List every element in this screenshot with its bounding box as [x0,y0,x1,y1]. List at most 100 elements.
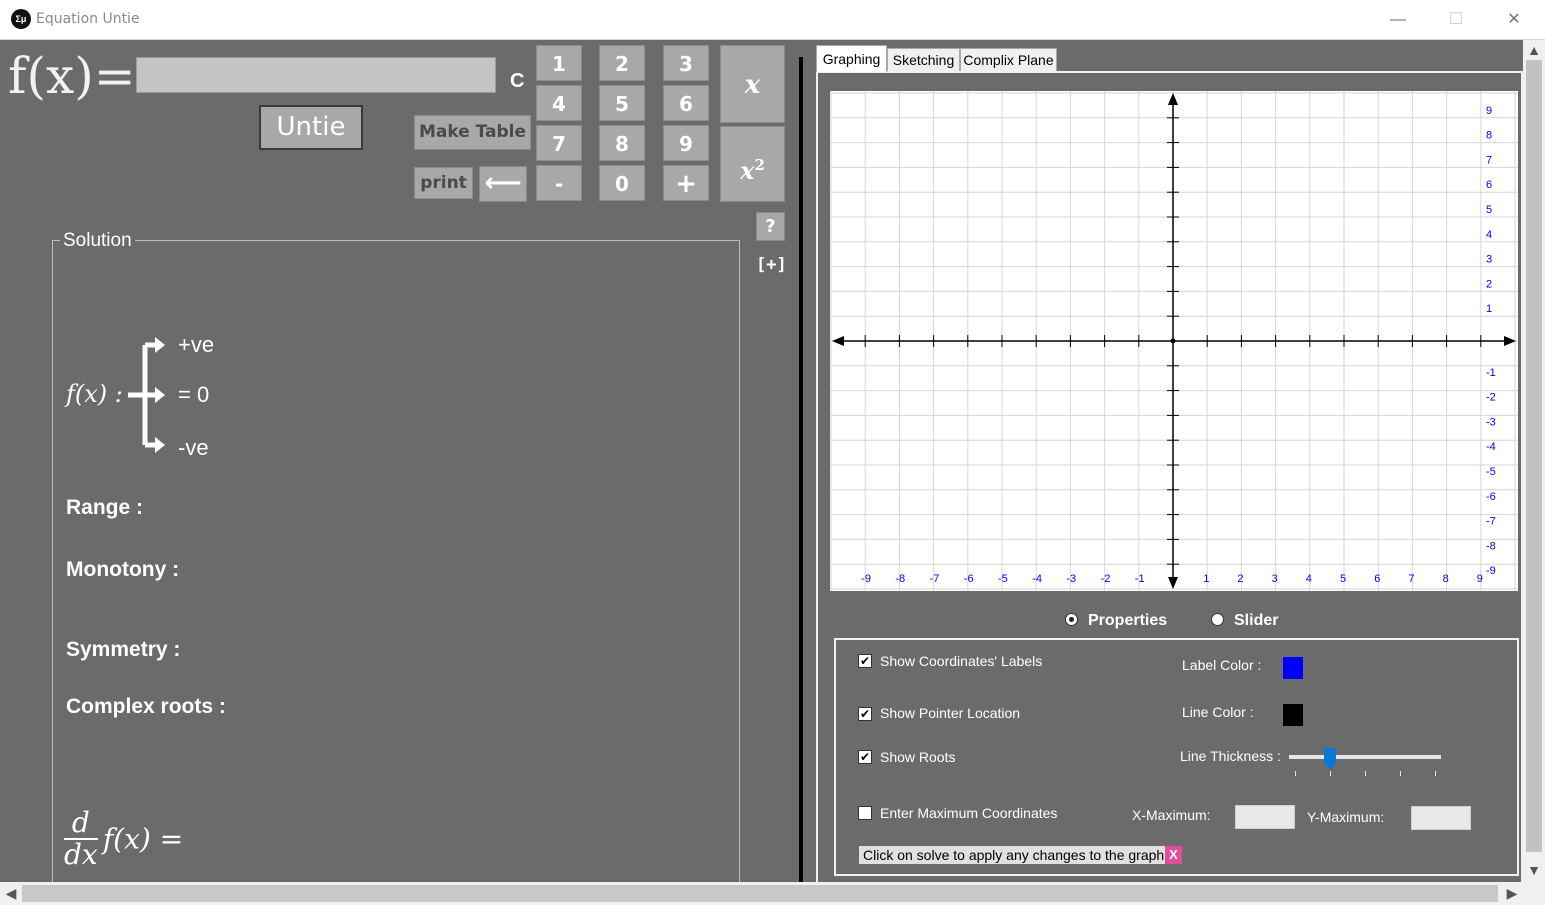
x-squared-base: x [740,156,755,185]
sign-zero: = 0 [178,382,210,407]
show-coords-labels-label: Show Coordinates' Labels [880,653,1043,669]
sign-positive: +ve [178,332,215,357]
properties-radio-label: Properties [1088,612,1168,629]
y-tick-label: -4 [1486,441,1496,453]
show-pointer-label: Show Pointer Location [880,705,1021,721]
y-tick-label: 1 [1486,303,1492,315]
properties-radio[interactable] [1065,613,1078,626]
y-maximum-input[interactable] [1411,806,1471,830]
x-tick-label: -5 [998,573,1008,585]
x-tick-label: 4 [1306,573,1312,585]
key-4[interactable]: 4 [536,85,582,121]
y-tick-label: 5 [1486,204,1492,216]
print-button[interactable]: print [414,167,473,199]
scroll-left-icon[interactable]: ◀ [2,885,20,902]
line-thickness-slider[interactable] [1286,745,1446,781]
x-tick-label: 5 [1340,573,1346,585]
expand-toggle[interactable]: [+] [756,255,787,275]
line-thickness-label: Line Thickness : [1180,748,1281,764]
key-6[interactable]: 6 [663,85,709,121]
derivative-function: f(x) = [102,822,184,856]
graph-canvas[interactable]: -9 -8 -7 -6 -5 -4 -3 -2 -1 1 2 3 4 5 6 7 8 9 9 8 7 6 5 4 3 2 1 -1 -2… [830,91,1518,591]
horizontal-scroll-thumb[interactable] [22,885,1498,902]
close-button[interactable]: ✕ [1485,0,1543,39]
y-tick-label: 6 [1486,179,1492,191]
key-5[interactable]: 5 [599,85,645,121]
panel-divider[interactable] [799,57,803,882]
y-tick-label: -9 [1486,565,1496,577]
x-tick-label: -1 [1135,573,1145,585]
title-bar [0,0,1545,40]
key-0[interactable]: 0 [599,165,645,201]
tab-graphing[interactable]: Graphing [816,45,887,72]
x-tick-label: -7 [930,573,940,585]
show-pointer-checkbox[interactable]: ✔ [858,707,872,721]
apply-changes-hint: Click on solve to apply any changes to t… [859,846,1173,864]
label-color-label: Label Color : [1182,657,1262,673]
solution-title: Solution [60,230,135,252]
scroll-right-icon[interactable]: ▶ [1503,885,1521,902]
y-tick-label: 9 [1486,105,1492,117]
clear-button[interactable]: C [510,70,524,93]
tab-sketching[interactable]: Sketching [887,48,960,71]
x-tick-label: 8 [1443,573,1449,585]
monotony-label: Monotony : [66,558,180,581]
y-tick-label: 3 [1486,254,1492,266]
scroll-up-icon[interactable]: ▲ [1523,42,1545,58]
key-minus[interactable]: - [536,165,582,201]
derivative-label: d dx f(x) = [64,808,183,870]
x-tick-label: 9 [1477,573,1483,585]
slider-radio[interactable] [1211,613,1224,626]
minimize-button[interactable]: — [1369,0,1427,39]
y-tick-label: -2 [1486,392,1496,404]
untie-button[interactable]: Untie [259,105,363,150]
make-table-button[interactable]: Make Table [414,115,531,150]
x-tick-label: 7 [1408,573,1414,585]
y-tick-label: 4 [1486,229,1492,241]
x-tick-label: -8 [895,573,905,585]
key-9[interactable]: 9 [663,125,709,161]
show-coords-labels-checkbox[interactable]: ✔ [858,654,872,668]
hint-close-button[interactable]: X [1165,846,1182,864]
x-squared-exponent: 2 [754,156,765,174]
label-color-swatch[interactable] [1283,657,1303,679]
window-title: Equation Untie [36,11,140,27]
x-tick-label: 2 [1237,573,1243,585]
scroll-down-icon[interactable]: ▼ [1523,862,1545,878]
y-tick-label: 2 [1486,278,1492,290]
sign-branch-arrows-icon [128,337,165,453]
app-logo-icon: Σμ [11,9,31,29]
x-maximum-label: X-Maximum: [1132,807,1211,823]
x-tick-label: -2 [1101,573,1111,585]
key-1[interactable]: 1 [536,45,582,81]
fx-sign-label: f(x) : [66,380,123,408]
maximize-button[interactable]: ☐ [1427,0,1485,39]
x-squared-button[interactable]: x2 [720,126,785,202]
equation-input[interactable] [136,57,496,93]
y-tick-label: 8 [1486,130,1492,142]
key-plus[interactable]: + [663,165,709,201]
graph-grid: -9 -8 -7 -6 -5 -4 -3 -2 -1 1 2 3 4 5 6 7 8 9 9 8 7 6 5 4 3 2 1 -1 -2… [830,91,1518,591]
enter-max-checkbox[interactable] [858,806,872,820]
backspace-button[interactable]: ⟵ [479,166,527,202]
key-7[interactable]: 7 [536,125,582,161]
line-color-swatch[interactable] [1283,704,1303,726]
tab-complex-plane[interactable]: Complix Plane [960,48,1057,71]
range-label: Range : [66,496,144,519]
x-tick-label: -3 [1066,573,1076,585]
vertical-scroll-thumb[interactable] [1526,60,1542,852]
show-roots-checkbox[interactable]: ✔ [858,750,872,764]
show-roots-label: Show Roots [880,749,956,765]
key-8[interactable]: 8 [599,125,645,161]
derivative-numerator: d [71,806,90,839]
x-variable-button[interactable]: x [720,45,785,123]
x-tick-label: -9 [861,573,871,585]
x-maximum-input[interactable] [1235,805,1295,829]
help-button[interactable]: ? [756,212,785,241]
x-tick-label: -4 [1032,573,1042,585]
fx-label: f(x)= [8,47,136,105]
derivative-denominator: dx [64,838,98,871]
key-3[interactable]: 3 [663,45,709,81]
key-2[interactable]: 2 [599,45,645,81]
symmetry-label: Symmetry : [66,638,181,661]
